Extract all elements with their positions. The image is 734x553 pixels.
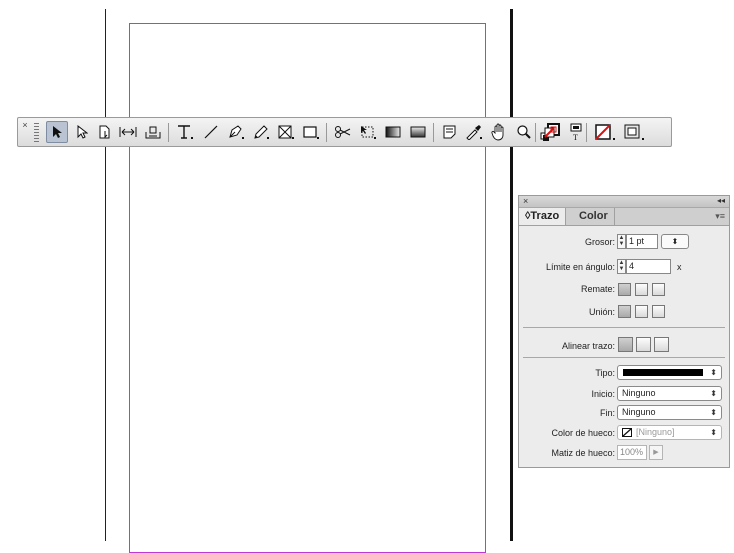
default-fill-stroke-icon[interactable] [539, 121, 561, 143]
apply-none-icon[interactable] [592, 121, 618, 143]
zoom-tool-icon[interactable] [513, 121, 535, 143]
select-arrow-icon: ⬍ [710, 368, 717, 377]
scissors-tool-icon[interactable] [332, 121, 354, 143]
eyedropper-tool-icon[interactable] [463, 121, 485, 143]
round-join-button[interactable] [635, 305, 648, 318]
color-hueco-value: [Ninguno] [636, 427, 675, 437]
gradient-feather-tool-icon[interactable] [407, 121, 429, 143]
line-tool-icon[interactable] [200, 121, 222, 143]
limite-angulo-stepper[interactable]: ▲ ▼ [617, 259, 626, 274]
rectangle-tool-icon[interactable] [300, 121, 322, 143]
matiz-hueco-input[interactable]: 100% [617, 445, 647, 460]
grosor-input[interactable]: 1 pt [626, 234, 658, 249]
tipo-select[interactable]: ⬍ [617, 365, 722, 380]
toolbar-grip[interactable] [34, 123, 39, 142]
panel-title-bar[interactable]: × ◂◂ [519, 196, 729, 208]
inicio-select[interactable]: Ninguno ⬍ [617, 386, 722, 401]
union-label: Unión: [588, 307, 615, 317]
miter-join-button[interactable] [618, 305, 631, 318]
solid-stroke-swatch [623, 369, 703, 376]
alinear-trazo-label: Alinear trazo: [561, 341, 615, 351]
align-center-button[interactable] [618, 337, 633, 352]
tools-toolbar: × T [17, 117, 672, 147]
rectangle-frame-tool-icon[interactable] [275, 121, 297, 143]
gradient-swatch-tool-icon[interactable] [382, 121, 404, 143]
bevel-join-button[interactable] [652, 305, 665, 318]
panel-divider [523, 327, 725, 328]
toolbar-separator [535, 123, 536, 142]
stroke-panel: × ◂◂ ◊Trazo Color ▾≡ Grosor: ▲ ▼ 1 pt ⬍ L… [518, 195, 730, 468]
svg-text:T: T [573, 133, 578, 142]
remate-label: Remate: [580, 284, 615, 294]
formatting-affects-container-icon[interactable]: T [565, 121, 587, 143]
hand-tool-icon[interactable] [488, 121, 510, 143]
align-inside-button[interactable] [636, 337, 651, 352]
matiz-hueco-slider-button[interactable]: ▶ [649, 445, 663, 460]
type-tool-icon[interactable] [174, 121, 196, 143]
pen-tool-icon[interactable] [225, 121, 247, 143]
toolbar-separator [433, 123, 434, 142]
free-transform-tool-icon[interactable] [357, 121, 379, 143]
note-tool-icon[interactable] [439, 121, 461, 143]
fin-select[interactable]: Ninguno ⬍ [617, 405, 722, 420]
grosor-dropdown[interactable]: ⬍ [661, 234, 689, 249]
spread-edge [510, 9, 513, 541]
fin-value: Ninguno [622, 407, 656, 417]
gap-tool-icon[interactable] [117, 121, 139, 143]
panel-collapse-icon[interactable]: ◂◂ [717, 196, 725, 205]
grosor-label: Grosor: [584, 237, 615, 247]
content-collector-tool-icon[interactable] [142, 121, 164, 143]
matiz-hueco-label: Matiz de hueco: [551, 448, 615, 458]
toolbar-separator [586, 123, 587, 142]
normal-view-mode-icon[interactable] [621, 121, 647, 143]
tab-color[interactable]: Color [573, 208, 615, 225]
page-tool-icon[interactable] [94, 121, 116, 143]
panel-menu-icon[interactable]: ▾≡ [715, 211, 725, 222]
color-hueco-select[interactable]: [Ninguno] ⬍ [617, 425, 722, 440]
toolbar-separator [168, 123, 169, 142]
selection-tool-icon[interactable] [46, 121, 68, 143]
limite-angulo-suffix: x [677, 262, 682, 272]
panel-divider [523, 357, 725, 358]
panel-tabs: ◊Trazo Color ▾≡ [519, 208, 729, 226]
butt-cap-button[interactable] [618, 283, 631, 296]
panel-close-icon[interactable]: × [523, 196, 528, 206]
pencil-tool-icon[interactable] [250, 121, 272, 143]
direct-selection-tool-icon[interactable] [71, 121, 93, 143]
toolbar-separator [326, 123, 327, 142]
select-arrow-icon: ⬍ [710, 408, 717, 417]
page-margin-frame [129, 23, 486, 553]
page-left-edge [105, 9, 106, 541]
align-outside-button[interactable] [654, 337, 669, 352]
fin-label: Fin: [599, 408, 615, 418]
round-cap-button[interactable] [635, 283, 648, 296]
select-arrow-icon: ⬍ [710, 428, 717, 437]
select-arrow-icon: ⬍ [710, 389, 717, 398]
tipo-label: Tipo: [595, 368, 615, 378]
color-hueco-label: Color de hueco: [551, 428, 615, 438]
limite-angulo-label: Límite en ángulo: [545, 262, 615, 272]
toolbar-close-icon[interactable]: × [20, 121, 30, 143]
none-swatch-icon [622, 428, 632, 437]
tab-trazo[interactable]: ◊Trazo [519, 208, 567, 225]
limite-angulo-input[interactable]: 4 [626, 259, 671, 274]
grosor-stepper[interactable]: ▲ ▼ [617, 234, 626, 249]
inicio-value: Ninguno [622, 388, 656, 398]
inicio-label: Inicio: [591, 389, 615, 399]
projecting-cap-button[interactable] [652, 283, 665, 296]
